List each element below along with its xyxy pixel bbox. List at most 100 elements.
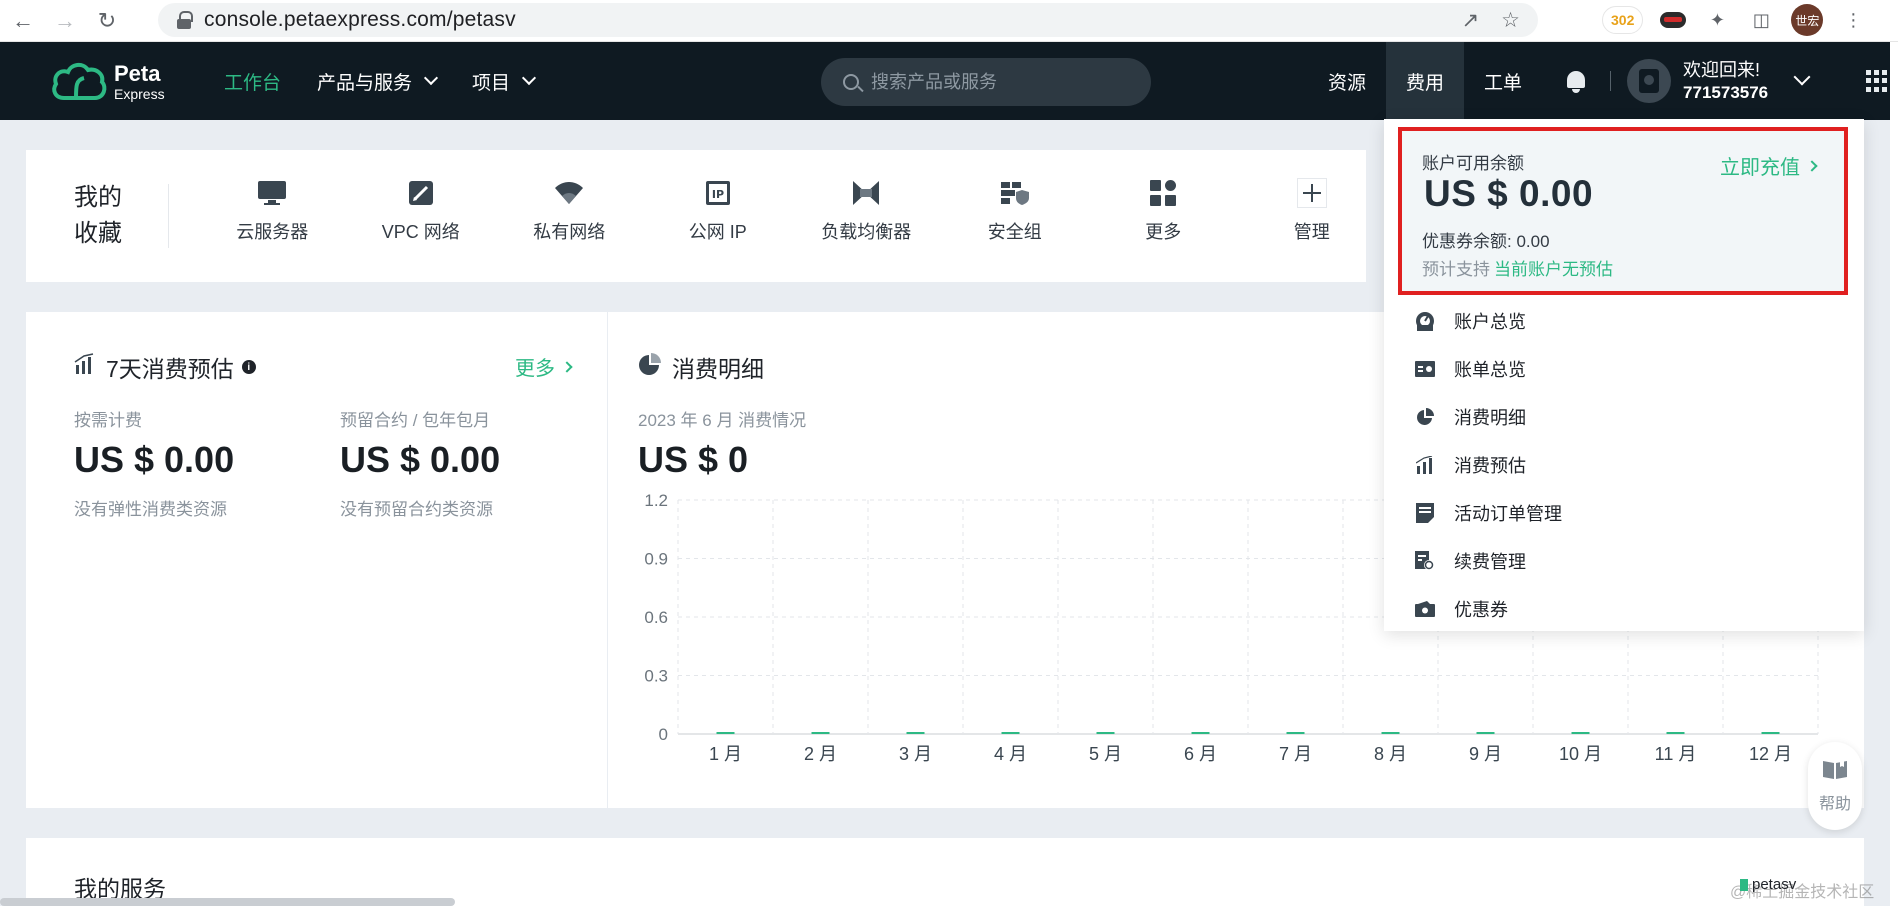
y-tick-label: 0.6: [644, 608, 668, 627]
favorite-label: 云服务器: [236, 222, 309, 242]
nav-billing[interactable]: 费用: [1386, 42, 1465, 120]
cloud-logo-icon: [52, 63, 107, 100]
nav-projects-label: 项目: [472, 72, 511, 94]
nav-resources[interactable]: 资源: [1308, 42, 1386, 120]
menu-coupons[interactable]: 优惠券: [1414, 585, 1562, 633]
horizontal-scrollbar[interactable]: [0, 898, 455, 906]
more-label: 更多: [515, 358, 555, 380]
x-tick-label: 6 月: [1184, 744, 1217, 764]
forward-icon[interactable]: →: [46, 5, 84, 37]
favorite-vpc[interactable]: VPC 网络: [347, 178, 496, 244]
detail-header: 消费明细: [638, 350, 764, 384]
estimate-title: 7天消费预估: [106, 356, 234, 382]
x-tick-label: 9 月: [1469, 744, 1502, 764]
bar-chart-icon: [1414, 454, 1436, 476]
avatar[interactable]: [1627, 59, 1672, 103]
back-icon[interactable]: ←: [4, 5, 42, 37]
chevron-down-icon: [423, 70, 439, 86]
lock-icon: [176, 11, 193, 29]
order-note-icon: [1414, 502, 1436, 524]
favorite-label: 负载均衡器: [821, 222, 912, 242]
chevron-down-icon[interactable]: [1793, 68, 1811, 86]
favorite-private-network[interactable]: 私有网络: [495, 178, 644, 244]
favorite-security-group[interactable]: 安全组: [941, 178, 1090, 244]
gauge-icon: [1414, 310, 1436, 332]
x-tick-label: 3 月: [899, 744, 932, 764]
detail-total: US $ 0: [638, 439, 749, 480]
nav-products-label: 产品与服务: [317, 72, 413, 94]
x-tick-label: 8 月: [1374, 744, 1407, 764]
favorite-label: VPC 网络: [381, 222, 460, 242]
menu-account-overview[interactable]: 账户总览: [1414, 297, 1562, 345]
reload-icon[interactable]: ↻: [88, 5, 126, 37]
chart-bar: [1001, 732, 1020, 734]
address-bar[interactable]: console.petaexpress.com/petasv ↗ ☆: [158, 3, 1538, 37]
menu-order-management[interactable]: 活动订单管理: [1414, 489, 1562, 537]
top-nav: 工作台 产品与服务 项目: [224, 42, 537, 120]
ip-icon: IP: [703, 178, 733, 208]
page-edge: [1890, 42, 1898, 906]
favorites-card: 我的收藏 云服务器 VPC 网络 私有网络 IP 公网 IP 负载均衡器 安全组: [26, 150, 1366, 282]
bell-icon[interactable]: [1564, 69, 1588, 93]
svg-text:IP: IP: [712, 188, 724, 201]
bookmark-star-icon[interactable]: ☆: [1501, 8, 1520, 33]
nav-tickets[interactable]: 工单: [1464, 42, 1542, 120]
y-tick-label: 1.2: [644, 492, 668, 510]
chevron-down-icon: [521, 70, 537, 86]
favorite-manage[interactable]: 管理: [1238, 178, 1387, 244]
billing-dropdown: 账户可用余额 US $ 0.00 优惠券余额: 0.00 预计支持 当前账户无预估…: [1384, 119, 1864, 631]
menu-label: 账户总览: [1454, 312, 1526, 332]
detail-period: 2023 年 6 月 消费情况: [638, 411, 807, 430]
apps-grid-icon[interactable]: [1866, 70, 1888, 92]
nav-projects[interactable]: 项目: [472, 68, 537, 95]
x-tick-label: 11 月: [1655, 744, 1697, 764]
help-button[interactable]: 帮助: [1808, 742, 1862, 830]
puzzle-icon[interactable]: ✦: [1703, 6, 1731, 34]
estimate-more-link[interactable]: 更多: [515, 352, 573, 381]
profile-avatar[interactable]: 世宏: [1791, 4, 1824, 36]
nav-workbench[interactable]: 工作台: [224, 68, 281, 95]
favorite-more[interactable]: 更多: [1089, 178, 1238, 244]
nav-products-services[interactable]: 产品与服务: [317, 68, 439, 95]
favorite-public-ip[interactable]: IP 公网 IP: [644, 178, 793, 244]
estimate-card: 7天消费预估 i 更多 按需计费 US $ 0.00 没有弹性消费类资源 预留合…: [26, 312, 607, 808]
user-info[interactable]: 欢迎回来! 771573576: [1683, 59, 1768, 103]
favorites-title: 我的收藏: [74, 184, 122, 247]
search-box[interactable]: [821, 58, 1151, 106]
on-demand-value: US $ 0.00: [74, 439, 235, 480]
favorite-label: 更多: [1145, 222, 1182, 242]
menu-bill-overview[interactable]: 账单总览: [1414, 345, 1562, 393]
chart-bar: [1571, 732, 1590, 734]
chart-bar: [1666, 732, 1685, 734]
mask-extension-icon[interactable]: [1659, 6, 1687, 34]
footer-tag: petasv: [1740, 876, 1796, 893]
menu-consumption-detail[interactable]: 消费明细: [1414, 393, 1562, 441]
pie-chart-icon: [1414, 406, 1436, 428]
side-panel-icon[interactable]: ◫: [1747, 6, 1775, 34]
nav-workbench-label: 工作台: [224, 72, 282, 94]
menu-consumption-estimate[interactable]: 消费预估: [1414, 441, 1562, 489]
user-id: 771573576: [1683, 82, 1769, 102]
logo[interactable]: Peta Express: [50, 60, 165, 104]
share-icon[interactable]: ↗: [1462, 8, 1480, 33]
favorite-cloud-server[interactable]: 云服务器: [198, 178, 347, 244]
x-tick-label: 12 月: [1749, 744, 1792, 764]
favorite-load-balancer[interactable]: 负载均衡器: [792, 178, 941, 244]
chart-bar: [1476, 732, 1495, 734]
kebab-menu-icon[interactable]: ⋮: [1839, 6, 1867, 34]
app-header: Peta Express 工作台 产品与服务 项目 资源 费用 工单 欢迎回来!…: [0, 42, 1898, 120]
security-group-icon: [1000, 178, 1030, 208]
search-icon: [843, 74, 859, 90]
url-text[interactable]: console.petaexpress.com/petasv: [204, 8, 516, 32]
search-input[interactable]: [871, 71, 1131, 93]
plus-icon: [1296, 178, 1327, 208]
x-tick-label: 7 月: [1279, 744, 1312, 764]
extension-badge[interactable]: 302: [1602, 6, 1644, 34]
on-demand-note: 没有弹性消费类资源: [74, 500, 227, 519]
info-icon[interactable]: i: [241, 360, 256, 374]
chart-bar: [811, 732, 830, 734]
menu-label: 账单总览: [1454, 360, 1526, 380]
services-card: 我的服务: [26, 838, 1864, 906]
favorite-label: 公网 IP: [688, 222, 747, 242]
menu-renewal-management[interactable]: 续费管理: [1414, 537, 1562, 585]
